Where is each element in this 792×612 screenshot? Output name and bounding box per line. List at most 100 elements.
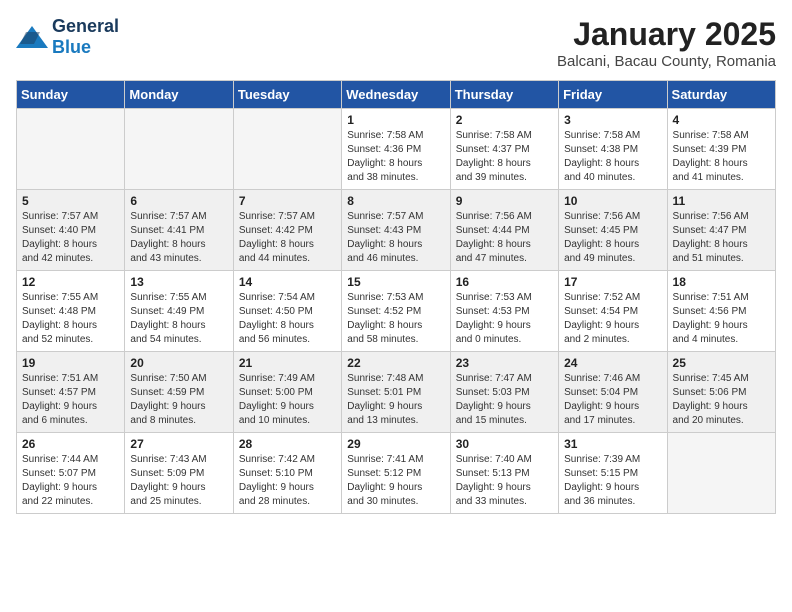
calendar-cell: 26Sunrise: 7:44 AM Sunset: 5:07 PM Dayli… [17, 433, 125, 514]
calendar-cell: 12 Sunrise: 7:55 AM Sunset: 4:48 PM Dayli… [17, 271, 125, 352]
calendar-cell: 14 Sunrise: 7:54 AM Sunset: 4:50 PM Dayli… [233, 271, 341, 352]
calendar-week-row: 19 Sunrise: 7:51 AM Sunset: 4:57 PM Dayli… [17, 352, 776, 433]
calendar-cell: 11 Sunrise: 7:56 AM Sunset: 4:47 PM Dayli… [667, 190, 775, 271]
day-header-saturday: Saturday [667, 81, 775, 109]
calendar-week-row: 1 Sunrise: 7:58 AM Sunset: 4:36 PM Daylig… [17, 109, 776, 190]
day-info: Sunrise: 7:58 AM Sunset: 4:39 PM Dayligh… [673, 129, 770, 185]
day-info: Sunrise: 7:45 AM Sunset: 5:06 PM Dayligh… [673, 372, 770, 428]
day-info: Sunrise: 7:42 AM Sunset: 5:10 PM Dayligh… [239, 453, 336, 509]
calendar-cell: 8 Sunrise: 7:57 AM Sunset: 4:43 PM Daylig… [342, 190, 450, 271]
day-info: Sunrise: 7:58 AM Sunset: 4:37 PM Dayligh… [456, 129, 553, 185]
day-number: 29 [347, 437, 444, 451]
calendar-cell [667, 433, 775, 514]
page-header: General Blue January 2025 Balcani, Bacau… [16, 16, 776, 70]
day-info: Sunrise: 7:56 AM Sunset: 4:45 PM Dayligh… [564, 210, 661, 266]
day-number: 18 [673, 275, 770, 289]
calendar-cell: 7 Sunrise: 7:57 AM Sunset: 4:42 PM Daylig… [233, 190, 341, 271]
day-number: 23 [456, 356, 553, 370]
day-info: Sunrise: 7:55 AM Sunset: 4:48 PM Dayligh… [22, 291, 119, 347]
day-number: 16 [456, 275, 553, 289]
calendar-cell: 31 Sunrise: 7:39 AM Sunset: 5:15 PM Dayli… [559, 433, 667, 514]
day-header-thursday: Thursday [450, 81, 558, 109]
calendar-cell [233, 109, 341, 190]
day-number: 9 [456, 194, 553, 208]
day-info: Sunrise: 7:39 AM Sunset: 5:15 PM Dayligh… [564, 453, 661, 509]
calendar-cell: 23 Sunrise: 7:47 AM Sunset: 5:03 PM Dayli… [450, 352, 558, 433]
day-info: Sunrise: 7:43 AM Sunset: 5:09 PM Dayligh… [130, 453, 227, 509]
day-number: 28 [239, 437, 336, 451]
day-number: 25 [673, 356, 770, 370]
calendar-week-row: 5 Sunrise: 7:57 AM Sunset: 4:40 PM Daylig… [17, 190, 776, 271]
day-number: 3 [564, 113, 661, 127]
day-info: Sunrise: 7:54 AM Sunset: 4:50 PM Dayligh… [239, 291, 336, 347]
calendar-cell: 5 Sunrise: 7:57 AM Sunset: 4:40 PM Daylig… [17, 190, 125, 271]
day-info: Sunrise: 7:51 AM Sunset: 4:57 PM Dayligh… [22, 372, 119, 428]
day-info: Sunrise: 7:49 AM Sunset: 5:00 PM Dayligh… [239, 372, 336, 428]
day-number: 20 [130, 356, 227, 370]
day-number: 4 [673, 113, 770, 127]
day-info: Sunrise: 7:58 AM Sunset: 4:36 PM Dayligh… [347, 129, 444, 185]
logo: General Blue [16, 16, 119, 58]
day-info: Sunrise: 7:41 AM Sunset: 5:12 PM Dayligh… [347, 453, 444, 509]
calendar-cell: 18 Sunrise: 7:51 AM Sunset: 4:56 PM Dayli… [667, 271, 775, 352]
calendar-cell: 21Sunrise: 7:49 AM Sunset: 5:00 PM Dayli… [233, 352, 341, 433]
day-number: 13 [130, 275, 227, 289]
day-header-monday: Monday [125, 81, 233, 109]
calendar-cell: 27 Sunrise: 7:43 AM Sunset: 5:09 PM Dayli… [125, 433, 233, 514]
calendar-week-row: 12 Sunrise: 7:55 AM Sunset: 4:48 PM Dayli… [17, 271, 776, 352]
day-number: 19 [22, 356, 119, 370]
day-info: Sunrise: 7:44 AM Sunset: 5:07 PM Dayligh… [22, 453, 119, 509]
day-info: Sunrise: 7:52 AM Sunset: 4:54 PM Dayligh… [564, 291, 661, 347]
day-number: 15 [347, 275, 444, 289]
day-info: Sunrise: 7:56 AM Sunset: 4:47 PM Dayligh… [673, 210, 770, 266]
calendar-cell: 10 Sunrise: 7:56 AM Sunset: 4:45 PM Dayli… [559, 190, 667, 271]
day-number: 8 [347, 194, 444, 208]
calendar-cell: 17 Sunrise: 7:52 AM Sunset: 4:54 PM Dayli… [559, 271, 667, 352]
day-info: Sunrise: 7:48 AM Sunset: 5:01 PM Dayligh… [347, 372, 444, 428]
calendar-title: January 2025 [557, 16, 776, 53]
calendar-cell [125, 109, 233, 190]
calendar-cell: 25 Sunrise: 7:45 AM Sunset: 5:06 PM Dayli… [667, 352, 775, 433]
logo-general-text: General [52, 16, 119, 36]
calendar-cell: 2Sunrise: 7:58 AM Sunset: 4:37 PM Daylig… [450, 109, 558, 190]
day-number: 31 [564, 437, 661, 451]
calendar-subtitle: Balcani, Bacau County, Romania [557, 53, 776, 70]
day-number: 22 [347, 356, 444, 370]
day-number: 1 [347, 113, 444, 127]
day-info: Sunrise: 7:47 AM Sunset: 5:03 PM Dayligh… [456, 372, 553, 428]
calendar-cell: 6Sunrise: 7:57 AM Sunset: 4:41 PM Daylig… [125, 190, 233, 271]
day-info: Sunrise: 7:57 AM Sunset: 4:40 PM Dayligh… [22, 210, 119, 266]
day-header-tuesday: Tuesday [233, 81, 341, 109]
day-info: Sunrise: 7:57 AM Sunset: 4:42 PM Dayligh… [239, 210, 336, 266]
day-number: 27 [130, 437, 227, 451]
day-number: 5 [22, 194, 119, 208]
day-number: 17 [564, 275, 661, 289]
day-header-friday: Friday [559, 81, 667, 109]
day-info: Sunrise: 7:53 AM Sunset: 4:53 PM Dayligh… [456, 291, 553, 347]
calendar-cell: 9Sunrise: 7:56 AM Sunset: 4:44 PM Daylig… [450, 190, 558, 271]
day-number: 30 [456, 437, 553, 451]
calendar-cell: 15Sunrise: 7:53 AM Sunset: 4:52 PM Dayli… [342, 271, 450, 352]
day-info: Sunrise: 7:50 AM Sunset: 4:59 PM Dayligh… [130, 372, 227, 428]
day-info: Sunrise: 7:57 AM Sunset: 4:43 PM Dayligh… [347, 210, 444, 266]
calendar-cell: 24Sunrise: 7:46 AM Sunset: 5:04 PM Dayli… [559, 352, 667, 433]
day-info: Sunrise: 7:40 AM Sunset: 5:13 PM Dayligh… [456, 453, 553, 509]
calendar-table: SundayMondayTuesdayWednesdayThursdayFrid… [16, 80, 776, 514]
calendar-cell: 4 Sunrise: 7:58 AM Sunset: 4:39 PM Daylig… [667, 109, 775, 190]
day-number: 14 [239, 275, 336, 289]
day-info: Sunrise: 7:58 AM Sunset: 4:38 PM Dayligh… [564, 129, 661, 185]
calendar-body: 1 Sunrise: 7:58 AM Sunset: 4:36 PM Daylig… [17, 109, 776, 514]
day-number: 6 [130, 194, 227, 208]
day-number: 7 [239, 194, 336, 208]
logo-icon [16, 26, 48, 48]
day-info: Sunrise: 7:55 AM Sunset: 4:49 PM Dayligh… [130, 291, 227, 347]
day-info: Sunrise: 7:51 AM Sunset: 4:56 PM Dayligh… [673, 291, 770, 347]
day-number: 10 [564, 194, 661, 208]
calendar-header-row: SundayMondayTuesdayWednesdayThursdayFrid… [17, 81, 776, 109]
calendar-cell: 19 Sunrise: 7:51 AM Sunset: 4:57 PM Dayli… [17, 352, 125, 433]
day-header-wednesday: Wednesday [342, 81, 450, 109]
calendar-cell: 3 Sunrise: 7:58 AM Sunset: 4:38 PM Daylig… [559, 109, 667, 190]
title-block: January 2025 Balcani, Bacau County, Roma… [557, 16, 776, 70]
day-number: 12 [22, 275, 119, 289]
day-number: 11 [673, 194, 770, 208]
